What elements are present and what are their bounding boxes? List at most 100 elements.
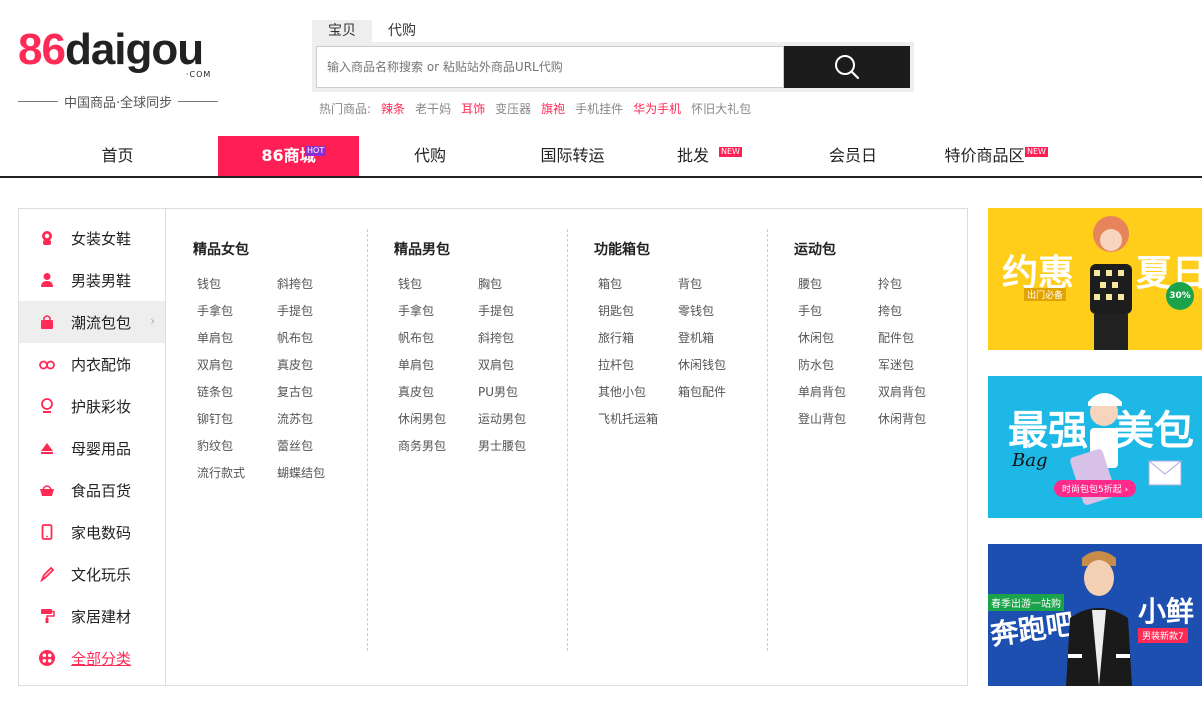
subcategory-link[interactable]: 手包 [798,302,878,320]
subcategory-link[interactable]: 手提包 [277,302,357,320]
basket-icon [39,482,55,498]
subcategory-link[interactable]: 男士腰包 [478,437,558,455]
subcategory-link[interactable]: 钱包 [398,275,478,293]
subcategory-link[interactable]: 钥匙包 [598,302,678,320]
subcategory-link[interactable]: 真皮包 [398,383,478,401]
subcategory-link[interactable]: 其他小包 [598,383,678,401]
sidebar-item-label: 家居建材 [71,607,132,626]
sidebar-item-electronics[interactable]: 家电数码 [19,511,165,553]
subcategory-link[interactable]: 休闲背包 [878,410,958,428]
subcategory-link[interactable]: 防水包 [798,356,878,374]
nav-daigou[interactable]: 代购 [385,136,475,176]
subcategory-link[interactable]: 手提包 [478,302,558,320]
subcategory-link[interactable]: 手拿包 [398,302,478,320]
subcategory-link[interactable]: 单肩背包 [798,383,878,401]
subcategory-link[interactable]: 休闲包 [798,329,878,347]
subcategory-link[interactable]: 登机箱 [678,329,758,347]
new-badge: NEW [718,146,743,158]
subcategory-link[interactable]: 军迷包 [878,356,958,374]
sidebar-item-label: 潮流包包 [71,313,132,332]
subcategory-link[interactable]: 拉杆包 [598,356,678,374]
nav-86mall[interactable]: 86商城 HOT [218,136,359,176]
subcategory-link[interactable]: 旅行箱 [598,329,678,347]
subcategory-link[interactable]: 零钱包 [678,302,758,320]
subcategory-link[interactable]: 流苏包 [277,410,357,428]
sidebar-item-womens[interactable]: 女装女鞋 [19,217,165,259]
subcategory-link[interactable]: 钱包 [197,275,277,293]
subcategory-link[interactable]: 休闲男包 [398,410,478,428]
promo-banner-bags[interactable]: 最强 美包 Bag 时尚包包5折起 › [988,376,1202,518]
promo-banner-summer[interactable]: 约惠 夏日 出门必备 30% [988,208,1202,350]
search-input[interactable] [316,46,784,88]
hot-link[interactable]: 手机挂件 [575,100,623,117]
subcategory-link[interactable]: 斜挎包 [478,329,558,347]
subcategory-link[interactable]: 蝴蝶结包 [277,464,357,482]
subcategory-link[interactable]: 帆布包 [277,329,357,347]
nav-forwarding[interactable]: 国际转运 [525,136,620,176]
hot-link[interactable]: 怀旧大礼包 [691,100,751,117]
sidebar-item-home[interactable]: 家居建材 [19,595,165,637]
subcategory-link[interactable]: 双肩包 [478,356,558,374]
nav-home[interactable]: 首页 [70,136,165,176]
sidebar-item-all[interactable]: 全部分类 [19,637,165,679]
sidebar-item-label: 食品百货 [71,481,132,500]
subcategory-link[interactable]: 复古包 [277,383,357,401]
nav-member-day[interactable]: 会员日 [810,136,896,176]
sidebar-item-bags[interactable]: 潮流包包 › [19,301,165,343]
subcategory-link[interactable]: 双肩背包 [878,383,958,401]
tab-daigou[interactable]: 代购 [372,20,432,42]
subcategory-link[interactable]: 运动男包 [478,410,558,428]
hot-label: 热门商品: [319,102,372,116]
subcategory-link[interactable]: 箱包 [598,275,678,293]
hot-link[interactable]: 辣条 [381,100,405,117]
subcategory-link[interactable]: 豹纹包 [197,437,277,455]
subcategory-link[interactable]: 斜挎包 [277,275,357,293]
subcategory-link[interactable]: 配件包 [878,329,958,347]
subcategory-link[interactable]: 链条包 [197,383,277,401]
subcategory-link[interactable]: 腰包 [798,275,878,293]
subcategory-link[interactable]: 真皮包 [277,356,357,374]
subcategory-link[interactable]: 挎包 [878,302,958,320]
subcategory-link[interactable]: PU男包 [478,383,558,401]
subcategory-link[interactable]: 拎包 [878,275,958,293]
subcategory-link[interactable]: 铆钉包 [197,410,277,428]
subcategory-link[interactable]: 登山背包 [798,410,878,428]
subcategory-link[interactable]: 蕾丝包 [277,437,357,455]
nav-wholesale[interactable]: 批发 NEW [668,136,748,176]
subcategory-column: 精品男包 钱包 胸包 手拿包 手提包 帆布包 斜挎包 单肩包 双肩包 真皮包 P… [367,229,567,651]
hot-link[interactable]: 旗袍 [541,100,565,117]
subcategory-link[interactable]: 双肩包 [197,356,277,374]
search-button[interactable] [784,46,910,88]
sidebar-item-baby[interactable]: 母婴用品 [19,427,165,469]
column-links: 钱包 胸包 手拿包 手提包 帆布包 斜挎包 单肩包 双肩包 真皮包 PU男包 休… [398,275,558,455]
subcategory-link[interactable]: 箱包配件 [678,383,758,401]
sidebar-item-mens[interactable]: 男装男鞋 [19,259,165,301]
subcategory-link[interactable]: 背包 [678,275,758,293]
subcategory-column: 功能箱包 箱包 背包 钥匙包 零钱包 旅行箱 登机箱 拉杆包 休闲钱包 其他小包… [567,229,767,651]
subcategory-link[interactable]: 流行款式 [197,464,277,482]
column-title: 精品女包 [193,242,249,258]
subcategory-link[interactable]: 单肩包 [197,329,277,347]
hot-link[interactable]: 老干妈 [415,100,451,117]
sidebar-item-underwear[interactable]: 内衣配饰 [19,343,165,385]
subcategory-link[interactable]: 休闲钱包 [678,356,758,374]
tab-baobei[interactable]: 宝贝 [312,20,372,42]
sidebar-item-label: 家电数码 [71,523,132,542]
logo-wordmark: 86daigou [18,25,204,74]
subcategory-link[interactable]: 单肩包 [398,356,478,374]
subcategory-link[interactable]: 帆布包 [398,329,478,347]
logo[interactable]: 86daigou ·COM 中国商品·全球同步 [18,25,228,111]
hot-link[interactable]: 变压器 [495,100,531,117]
subcategory-link[interactable]: 胸包 [478,275,558,293]
sidebar-item-culture[interactable]: 文化玩乐 [19,553,165,595]
subcategory-link[interactable]: 手拿包 [197,302,277,320]
subcategory-link[interactable]: 商务男包 [398,437,478,455]
subcategory-link[interactable]: 飞机托运箱 [598,410,678,428]
promo-banner-menswear[interactable]: 春季出游一站购 奔跑吧 小鲜 男装新款7 [988,544,1202,686]
hot-link[interactable]: 华为手机 [633,100,681,117]
banner-cta-button[interactable]: 时尚包包5折起 › [1054,480,1137,497]
nav-specials[interactable]: 特价商品区 NEW [935,136,1060,176]
sidebar-item-food[interactable]: 食品百货 [19,469,165,511]
hot-link[interactable]: 耳饰 [461,100,485,117]
sidebar-item-beauty[interactable]: 护肤彩妆 [19,385,165,427]
